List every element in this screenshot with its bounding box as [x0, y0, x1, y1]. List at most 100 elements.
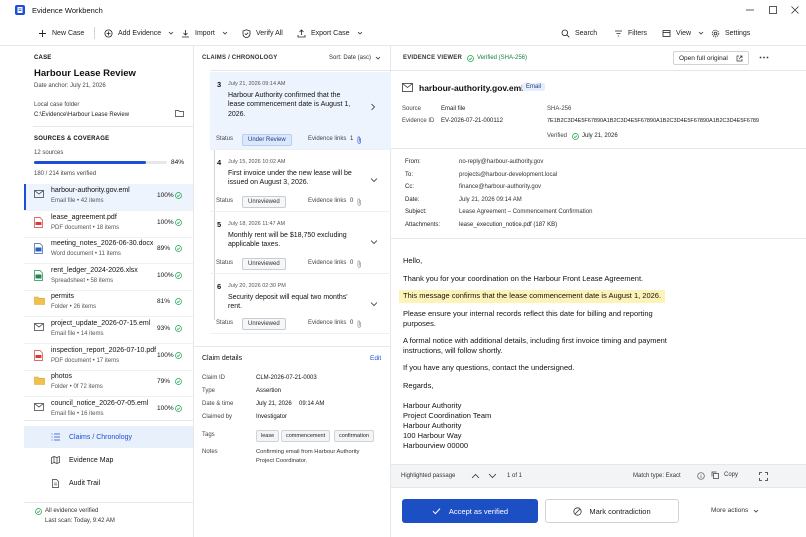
highlighted-passage[interactable]: This message confirms that the lease com…	[399, 290, 666, 303]
claim-number: 5	[217, 220, 222, 229]
chevron-down-icon[interactable]	[370, 177, 378, 183]
claim-item[interactable]: 6 July 20, 2026 02:30 PM Security deposit …	[210, 274, 391, 334]
claim-number: 3	[217, 80, 222, 89]
export-icon	[297, 28, 306, 37]
chevron-down-icon[interactable]	[370, 239, 378, 245]
claim-timestamp: July 21, 2026 09:14 AM	[228, 81, 286, 87]
nav-claims-label: Claims / Chronology	[69, 433, 133, 441]
source-item[interactable]: meeting_notes_2026-06-30.docx Word docume…	[0, 237, 193, 263]
claim-status-label: Status	[216, 198, 234, 204]
claim-type-value: Assertion	[256, 388, 282, 394]
match-type: Match type: Exact	[633, 473, 681, 479]
claim-item[interactable]: 5 July 18, 2026 11:47 AM Monthly rent will…	[210, 212, 391, 274]
source-item[interactable]: project_update_2026-07-15.eml Email file …	[0, 317, 193, 343]
tag-chip[interactable]: confirmation	[334, 430, 374, 442]
email-regards: Regards,	[403, 381, 434, 390]
block-icon	[573, 506, 582, 516]
evidence-links-label: Evidence links	[308, 260, 347, 266]
word-icon	[34, 243, 43, 255]
folder-icon	[34, 296, 45, 306]
filters-button[interactable]: Filters	[614, 20, 647, 46]
title-bar: Evidence Workbench	[0, 0, 806, 20]
divider	[24, 502, 193, 503]
maximize-icon[interactable]	[767, 4, 779, 16]
check-circle-icon	[35, 508, 42, 515]
toolbar-divider	[94, 27, 95, 39]
more-actions-button[interactable]: More actions	[711, 507, 759, 514]
chevron-down-icon	[698, 31, 704, 35]
search-button[interactable]: Search	[561, 20, 597, 46]
source-item[interactable]: council_notice_2026-07-05.eml Email file …	[0, 397, 193, 423]
import-button[interactable]: Import	[181, 20, 228, 46]
source-item[interactable]: harbour-authority.gov.eml Email file • 42…	[24, 184, 193, 210]
claim-status-badge: Unreviewed	[242, 196, 286, 208]
view-button[interactable]: View	[662, 20, 704, 46]
export-case-button[interactable]: Export Case	[297, 20, 363, 46]
source-name: harbour-authority.gov.eml	[51, 187, 130, 194]
accept-as-verified-button[interactable]: Accept as verified	[402, 499, 538, 523]
source-coverage: 100%	[157, 351, 174, 359]
email-attachment-link[interactable]: lease_execution_notice.pdf (187 KB)	[459, 222, 557, 228]
email-paragraph: Thank you for your coordination on the H…	[403, 274, 644, 283]
source-coverage: 89%	[157, 245, 171, 253]
chevron-down-icon[interactable]	[488, 472, 497, 480]
paperclip-icon	[357, 260, 362, 268]
evidence-links-label: Evidence links	[308, 320, 347, 326]
export-case-label: Export Case	[311, 29, 350, 37]
claim-item[interactable]: 4 July 15, 2026 10:02 AM First invoice und…	[210, 150, 391, 212]
source-meta: Email file • 16 items	[51, 410, 104, 417]
chevron-up-icon[interactable]	[471, 472, 480, 480]
chevron-right-icon[interactable]	[370, 103, 376, 111]
chevron-down-icon	[222, 31, 228, 35]
source-coverage: 79%	[157, 378, 171, 386]
close-icon[interactable]	[789, 4, 801, 16]
email-cc-label: Cc:	[405, 184, 414, 190]
source-meta: Spreadsheet • 58 items	[51, 277, 114, 284]
claim-timestamp: July 20, 2026 02:30 PM	[228, 283, 286, 289]
nav-claims-chronology[interactable]: Claims / Chronology	[24, 426, 193, 448]
nav-evidence-map[interactable]: Evidence Map	[24, 449, 193, 471]
signature-line: Project Coordination Team	[403, 411, 492, 420]
source-count: 12 sources	[34, 150, 64, 156]
new-case-button[interactable]: New Case	[38, 20, 84, 46]
claim-item[interactable]: 3 July 21, 2026 09:14 AM Harbour Authority…	[210, 72, 391, 150]
nav-audit-trail[interactable]: Audit Trail	[24, 472, 193, 494]
folder-icon[interactable]	[175, 109, 184, 117]
source-item[interactable]: permits Folder • 26 items 81%	[0, 290, 193, 316]
claims-panel: CLAIMS / CHRONOLOGY Sort: Date (asc) 3 Ju…	[194, 46, 391, 537]
email-paragraph: instructions, will follow shortly.	[403, 346, 503, 355]
claim-status-label: Status	[216, 260, 234, 266]
chevron-down-icon[interactable]	[370, 301, 378, 307]
plus-icon	[39, 29, 46, 37]
copy-button[interactable]: Copy	[711, 471, 738, 479]
source-item[interactable]: rent_ledger_2024-2026.xlsx Spreadsheet • …	[0, 264, 193, 290]
tag-chip[interactable]: commencement	[281, 430, 331, 442]
source-name: permits	[51, 293, 74, 301]
more-options-icon[interactable]	[759, 56, 769, 59]
source-item[interactable]: inspection_report_2026-07-10.pdf PDF docu…	[0, 344, 193, 370]
add-evidence-button[interactable]: Add Evidence	[104, 20, 174, 46]
file-type-badge: Email	[522, 83, 546, 91]
open-full-original-button[interactable]: Open full original	[673, 51, 749, 65]
date-anchor: Date anchor: July 21, 2026	[34, 83, 106, 89]
expand-icon[interactable]	[759, 472, 768, 481]
chevron-down-icon	[375, 56, 381, 60]
claim-status-label: Status	[216, 136, 234, 142]
evidence-links-label: Evidence links	[308, 198, 347, 204]
tag-chip[interactable]: lease	[256, 430, 280, 442]
email-date-value: July 21, 2026 09:14 AM	[459, 197, 522, 203]
settings-button[interactable]: Settings	[711, 20, 750, 46]
filter-icon	[615, 30, 622, 36]
viewer-header: EVIDENCE VIEWER	[403, 55, 463, 61]
mark-contradiction-button[interactable]: Mark contradiction	[545, 499, 679, 523]
add-evidence-label: Add Evidence	[118, 29, 162, 37]
add-evidence-icon	[104, 29, 113, 37]
verify-all-button[interactable]: Verify All	[242, 20, 283, 46]
source-item[interactable]: photos Folder • 0f 72 items 79%	[0, 370, 193, 396]
source-item[interactable]: lease_agreement.pdf PDF document • 18 ite…	[0, 211, 193, 237]
sort-dropdown[interactable]: Sort: Date (asc)	[329, 55, 381, 61]
edit-claim-link[interactable]: Edit	[370, 355, 381, 362]
email-paragraph: If you have any questions, contact the u…	[403, 363, 575, 372]
app-logo-icon	[15, 5, 25, 15]
minimize-icon[interactable]	[744, 4, 756, 16]
